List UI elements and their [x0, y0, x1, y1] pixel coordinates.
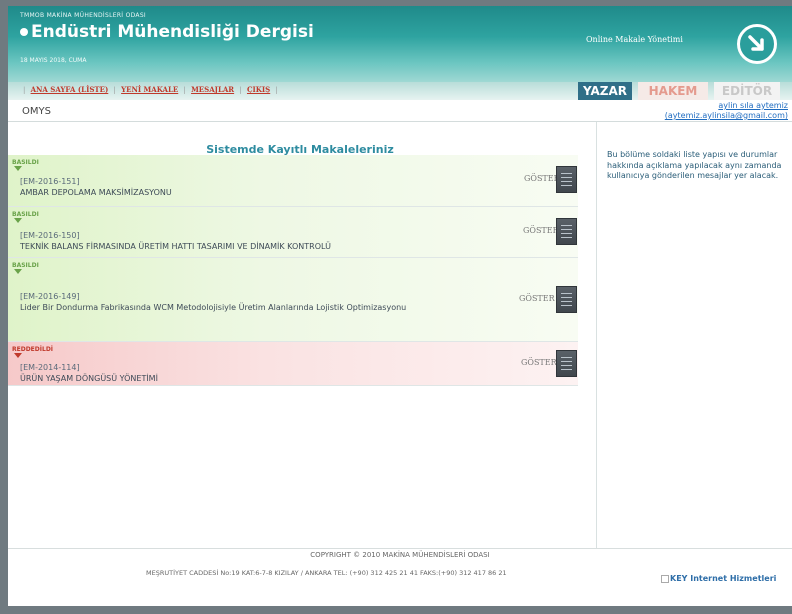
footer: COPYRIGHT © 2010 MAKİNA MÜHENDİSLERİ ODA… [8, 548, 792, 606]
user-info[interactable]: aylin sıla aytemiz (aytemiz.aylinsila@gm… [665, 101, 788, 121]
nav-separator: | [113, 86, 116, 94]
article-row: BASILDI [EM-2016-150] TEKNİK BALANS FİRM… [8, 207, 578, 258]
status-badge: BASILDI [12, 159, 39, 166]
article-row: BASILDI [EM-2016-149] Lider Bir Dondurma… [8, 258, 578, 342]
header: TMMOB MAKİNA MÜHENDİSLERİ ODASI Endüstri… [8, 6, 792, 82]
nav-separator: | [23, 86, 26, 94]
article-row: BASILDI [EM-2016-151] AMBAR DEPOLAMA MAK… [8, 155, 578, 207]
user-name-link[interactable]: aylin sıla aytemiz [718, 101, 788, 110]
nav-separator: | [183, 86, 186, 94]
user-email-link[interactable]: (aytemiz.aylinsila@gmail.com) [665, 111, 788, 120]
partner-link-text[interactable]: KEY Internet Hizmetleri [670, 574, 776, 583]
org-name: TMMOB MAKİNA MÜHENDİSLERİ ODASI [20, 12, 147, 19]
article-row: REDDEDİLDİ [EM-2014-114] ÜRÜN YAŞAM DÖNG… [8, 342, 578, 386]
info-text: Bu bölüme soldaki liste yapısı ve duruml… [607, 150, 782, 180]
partner-link[interactable]: KEY Internet Hizmetleri [661, 574, 776, 583]
article-code: [EM-2014-114] [20, 363, 80, 372]
nav-separator: | [239, 86, 242, 94]
article-title: Lider Bir Dondurma Fabrikasında WCM Meto… [20, 303, 407, 312]
status-badge: BASILDI [12, 262, 39, 269]
broken-image-icon [661, 574, 669, 583]
address: MEŞRUTİYET CADDESİ No:19 KAT:6-7-8 KIZIL… [146, 569, 507, 577]
document-icon[interactable] [556, 166, 577, 193]
status-arrow-icon [14, 353, 22, 358]
articles-panel: Sistemde Kayıtlı Makaleleriniz BASILDI [… [8, 122, 592, 548]
copyright: COPYRIGHT © 2010 MAKİNA MÜHENDİSLERİ ODA… [310, 551, 490, 559]
tab-yazar[interactable]: YAZAR [578, 82, 632, 100]
app-frame: TMMOB MAKİNA MÜHENDİSLERİ ODASI Endüstri… [8, 6, 792, 606]
article-code: [EM-2016-149] [20, 292, 80, 301]
nav-links: | ANA SAYFA (LİSTE) | YENİ MAKALE | MESA… [20, 85, 281, 94]
online-label: Online Makale Yönetimi [586, 35, 683, 44]
status-arrow-icon [14, 269, 22, 274]
article-code: [EM-2016-151] [20, 177, 80, 186]
status-arrow-icon [14, 166, 22, 171]
status-badge: REDDEDİLDİ [12, 346, 54, 353]
article-title: ÜRÜN YAŞAM DÖNGÜSÜ YÖNETİMİ [20, 374, 158, 383]
show-button[interactable]: GÖSTER [524, 174, 560, 183]
status-badge: BASILDI [12, 211, 39, 218]
breadcrumb: OMYS [22, 106, 51, 117]
tab-hakem[interactable]: HAKEM [638, 82, 708, 100]
show-button[interactable]: GÖSTER [521, 358, 557, 367]
arrow-circle-icon[interactable] [737, 24, 777, 64]
breadcrumb-bar: OMYS aylin sıla aytemiz (aytemiz.aylinsi… [8, 100, 792, 122]
nav-separator: | [275, 86, 278, 94]
nav-new-article-link[interactable]: YENİ MAKALE [121, 85, 178, 94]
journal-title: Endüstri Mühendisliği Dergisi [20, 22, 314, 42]
info-sidebar: Bu bölüme soldaki liste yapısı ve duruml… [596, 122, 792, 548]
document-icon[interactable] [556, 218, 577, 245]
title-dot-icon [20, 28, 28, 36]
nav-home-link[interactable]: ANA SAYFA (LİSTE) [31, 85, 109, 94]
article-title: TEKNİK BALANS FİRMASINDA ÜRETİM HATTI TA… [20, 242, 331, 251]
article-code: [EM-2016-150] [20, 231, 80, 240]
show-button[interactable]: GÖSTER [519, 294, 555, 303]
document-icon[interactable] [556, 350, 577, 377]
journal-title-text: Endüstri Mühendisliği Dergisi [31, 22, 314, 42]
current-date: 18 MAYIS 2018, CUMA [20, 57, 87, 64]
nav-messages-link[interactable]: MESAJLAR [191, 85, 234, 94]
document-icon[interactable] [556, 286, 577, 313]
tab-editor[interactable]: EDİTÖR [714, 82, 780, 100]
status-arrow-icon [14, 218, 22, 223]
show-button[interactable]: GÖSTER [523, 226, 559, 235]
nav-logout-link[interactable]: ÇIKIŞ [247, 85, 270, 94]
article-title: AMBAR DEPOLAMA MAKSİMİZASYONU [20, 188, 172, 197]
